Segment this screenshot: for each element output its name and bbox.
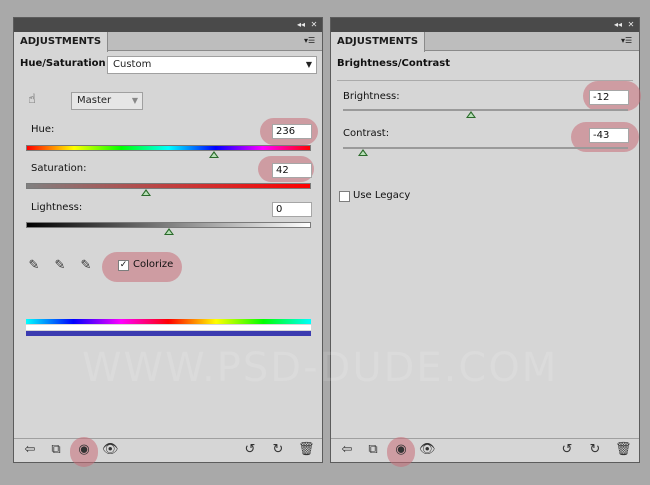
back-arrow-icon[interactable]: ⇦ [339, 442, 355, 458]
preset-value: Custom [113, 59, 152, 70]
clip-to-layer-icon[interactable]: ⧉ [365, 442, 381, 458]
visibility-toggle-icon[interactable]: ◉ [393, 442, 409, 458]
delete-icon[interactable]: 🗑 [298, 442, 315, 458]
close-icon[interactable]: ✕ [626, 20, 636, 30]
panel-tab-row: ADJUSTMENTS ▾☰ [14, 32, 322, 52]
delete-icon[interactable]: 🗑 [615, 442, 632, 458]
reset-icon[interactable]: ↻ [270, 442, 286, 458]
hue-slider-track[interactable] [26, 145, 311, 151]
lightness-slider-thumb[interactable] [163, 228, 174, 235]
panel-tab-row: ADJUSTMENTS ▾☰ [331, 32, 639, 52]
hue-input[interactable]: 236 [272, 124, 312, 139]
divider [337, 80, 633, 81]
targeted-adjustment-icon[interactable]: ☝ [24, 92, 40, 108]
visibility-toggle-icon[interactable]: ◉ [76, 442, 92, 458]
clip-to-layer-icon[interactable]: ⧉ [48, 442, 64, 458]
back-arrow-icon[interactable]: ⇦ [22, 442, 38, 458]
channel-value: Master [77, 95, 112, 106]
input-color-strip [26, 319, 311, 324]
eyedropper-plus-icon[interactable]: ✎ [52, 258, 68, 274]
use-legacy-label: Use Legacy [353, 190, 411, 201]
reset-icon[interactable]: ↻ [587, 442, 603, 458]
eyedropper-minus-icon[interactable]: ✎ [78, 258, 94, 274]
lightness-input[interactable]: 0 [272, 202, 312, 217]
close-icon[interactable]: ✕ [309, 20, 319, 30]
saturation-input[interactable]: 42 [272, 163, 312, 178]
contrast-slider-track[interactable] [343, 147, 628, 149]
hue-saturation-panel: ◂◂ ✕ ADJUSTMENTS ▾☰ Hue/Saturation Custo… [13, 17, 323, 467]
hue-label: Hue: [31, 124, 55, 135]
chevron-down-icon: ▼ [305, 60, 312, 69]
visibility-eye-icon[interactable]: 👁 [419, 442, 436, 458]
tab-adjustments[interactable]: ADJUSTMENTS [14, 32, 109, 52]
brightness-slider-thumb[interactable] [466, 111, 477, 118]
brightness-contrast-panel: ◂◂ ✕ ADJUSTMENTS ▾☰ Brightness/Contrast … [330, 17, 641, 467]
preset-select[interactable]: Custom ▼ [107, 56, 317, 74]
adjustment-title: Hue/Saturation [20, 58, 106, 69]
brightness-input[interactable]: -12 [589, 90, 629, 105]
panel-titlebar: ◂◂ ✕ [331, 18, 639, 32]
eyedropper-icon[interactable]: ✎ [26, 258, 42, 274]
strip-gap [26, 325, 311, 330]
colorize-checkbox[interactable]: ✓ [118, 260, 129, 271]
brightness-label: Brightness: [343, 91, 400, 102]
contrast-label: Contrast: [343, 128, 390, 139]
collapse-icon[interactable]: ◂◂ [296, 20, 306, 30]
contrast-slider-thumb[interactable] [357, 149, 368, 156]
adjustment-title: Brightness/Contrast [337, 58, 451, 69]
saturation-slider-thumb[interactable] [140, 189, 151, 196]
brightness-slider-track[interactable] [343, 109, 628, 111]
bottom-toolbar: ⇦ ⧉ ◉ 👁 ↺ ↻ 🗑 [331, 437, 639, 467]
saturation-label: Saturation: [31, 163, 87, 174]
hue-slider-thumb[interactable] [209, 151, 220, 158]
chevron-down-icon: ▼ [131, 96, 138, 105]
bottom-toolbar: ⇦ ⧉ ◉ 👁 ↺ ↻ 🗑 [14, 437, 322, 467]
panel-menu-icon[interactable]: ▾☰ [304, 36, 318, 46]
tab-adjustments[interactable]: ADJUSTMENTS [331, 32, 426, 52]
collapse-icon[interactable]: ◂◂ [613, 20, 623, 30]
visibility-eye-icon[interactable]: 👁 [102, 442, 119, 458]
lightness-label: Lightness: [31, 202, 83, 213]
saturation-slider-track[interactable] [26, 183, 311, 189]
previous-state-icon[interactable]: ↺ [242, 442, 258, 458]
panel-menu-icon[interactable]: ▾☰ [621, 36, 635, 46]
colorize-label: Colorize [133, 259, 174, 270]
use-legacy-checkbox[interactable] [339, 191, 350, 202]
panel-titlebar: ◂◂ ✕ [14, 18, 322, 32]
watermark: WWW.PSD-DUDE.COM [82, 345, 559, 391]
contrast-input[interactable]: -43 [589, 128, 629, 143]
output-color-strip [26, 331, 311, 336]
previous-state-icon[interactable]: ↺ [559, 442, 575, 458]
channel-select[interactable]: Master ▼ [71, 92, 143, 110]
